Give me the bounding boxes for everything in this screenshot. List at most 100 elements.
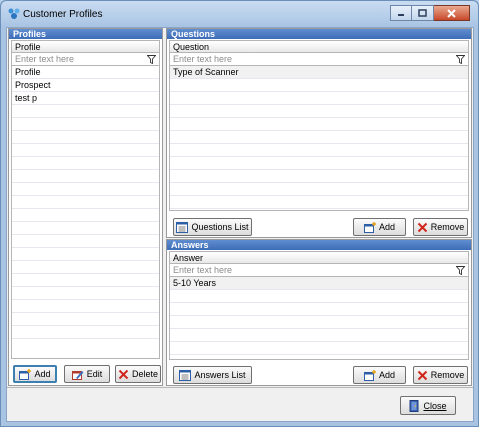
profiles-filter-row (12, 53, 159, 66)
edit-icon (71, 370, 84, 380)
empty-row (170, 118, 468, 131)
answer-column-header[interactable]: Answer (170, 252, 468, 264)
list-window-icon (176, 221, 189, 233)
answers-filter-input[interactable] (170, 264, 468, 276)
empty-row (170, 316, 468, 329)
empty-row (12, 222, 159, 235)
empty-row (12, 209, 159, 222)
customer-profiles-window: Customer Profiles Profiles Profile Enter… (0, 0, 479, 427)
footer-bar: Close (7, 387, 473, 421)
delete-profile-label: Delete (131, 369, 158, 379)
answers-filter-row (170, 264, 468, 277)
profiles-panel: Profiles Profile Profile Prospect test p (8, 28, 163, 386)
delete-profile-button[interactable]: Delete (115, 365, 161, 383)
profile-row[interactable]: Profile (12, 66, 159, 79)
answers-list-label: Answers List (194, 370, 246, 380)
title-bar[interactable]: Customer Profiles (1, 1, 478, 27)
questions-filter-row (170, 53, 468, 66)
red-x-icon (118, 369, 129, 379)
edit-profile-button[interactable]: Edit (64, 365, 110, 383)
question-row[interactable]: Type of Scanner (170, 66, 468, 79)
questions-list-label: Questions List (191, 222, 249, 232)
empty-row (170, 157, 468, 170)
empty-row (12, 287, 159, 300)
remove-question-label: Remove (430, 222, 465, 232)
dialog-body: Profiles Profile Profile Prospect test p (6, 27, 474, 422)
close-window-button[interactable] (434, 5, 470, 21)
maximize-button[interactable] (412, 5, 434, 21)
window-title: Customer Profiles (23, 9, 103, 20)
profile-row[interactable]: Prospect (12, 79, 159, 92)
profile-column-header[interactable]: Profile (12, 41, 159, 53)
empty-row (170, 303, 468, 316)
remove-question-button[interactable]: Remove (413, 218, 468, 236)
funnel-icon[interactable] (456, 266, 465, 275)
close-button[interactable]: Close (400, 396, 456, 415)
funnel-icon[interactable] (456, 55, 465, 64)
empty-row (170, 183, 468, 196)
questions-header: Questions (167, 29, 471, 39)
questions-panel: Questions Question Type of Scanner (166, 28, 472, 238)
empty-row (12, 313, 159, 326)
empty-row (12, 105, 159, 118)
empty-row (170, 170, 468, 183)
minimize-icon (398, 14, 404, 16)
answers-grid: Answer 5-10 Years (169, 251, 469, 360)
empty-row (12, 157, 159, 170)
question-column-header[interactable]: Question (170, 41, 468, 53)
empty-row (170, 290, 468, 303)
empty-row (12, 235, 159, 248)
maximize-icon (418, 9, 427, 17)
answers-panel: Answers Answer 5-10 Years Answers List (166, 239, 472, 386)
empty-row (12, 261, 159, 274)
empty-row (12, 300, 159, 313)
list-window-icon (179, 369, 192, 381)
empty-row (170, 329, 468, 342)
questions-list-button[interactable]: Questions List (173, 218, 252, 236)
add-question-button[interactable]: Add (353, 218, 406, 236)
profiles-header: Profiles (9, 29, 162, 39)
empty-row (170, 105, 468, 118)
empty-row (12, 196, 159, 209)
empty-row (12, 248, 159, 261)
answers-list-button[interactable]: Answers List (173, 366, 252, 384)
empty-row (12, 144, 159, 157)
answers-header: Answers (167, 240, 471, 250)
empty-row (12, 326, 159, 339)
profiles-app-icon (8, 8, 20, 19)
door-exit-icon (409, 399, 419, 412)
red-x-icon (417, 370, 427, 380)
answer-row[interactable]: 5-10 Years (170, 277, 468, 290)
add-window-icon (19, 368, 32, 380)
empty-row (12, 183, 159, 196)
funnel-icon[interactable] (147, 55, 156, 64)
profiles-filter-input[interactable] (12, 53, 159, 65)
add-window-icon (363, 369, 376, 381)
profiles-grid: Profile Profile Prospect test p (11, 40, 160, 359)
remove-answer-label: Remove (430, 370, 465, 380)
empty-row (170, 79, 468, 92)
add-window-icon (363, 221, 376, 233)
close-label: Close (423, 400, 447, 411)
add-answer-label: Add (378, 370, 395, 380)
red-x-icon (417, 222, 427, 232)
questions-filter-input[interactable] (170, 53, 468, 65)
add-profile-button[interactable]: Add (13, 365, 57, 383)
window-controls (390, 5, 470, 23)
empty-row (12, 131, 159, 144)
empty-row (170, 196, 468, 209)
close-icon (447, 8, 456, 18)
empty-row (12, 118, 159, 131)
remove-answer-button[interactable]: Remove (413, 366, 468, 384)
empty-row (170, 131, 468, 144)
questions-grid: Question Type of Scanner (169, 40, 469, 211)
add-answer-button[interactable]: Add (353, 366, 406, 384)
profile-row[interactable]: test p (12, 92, 159, 105)
add-question-label: Add (378, 222, 395, 232)
empty-row (170, 342, 468, 355)
minimize-button[interactable] (390, 5, 412, 21)
edit-profile-label: Edit (86, 369, 103, 379)
empty-row (12, 274, 159, 287)
empty-row (12, 170, 159, 183)
add-profile-label: Add (34, 369, 51, 379)
